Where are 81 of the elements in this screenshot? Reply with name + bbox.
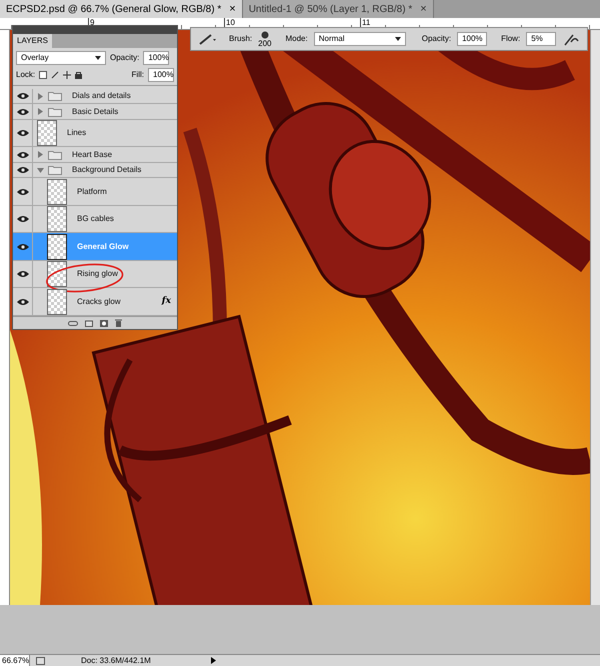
fill-label: Fill: (132, 69, 144, 81)
layer-name: Dials and details (72, 90, 131, 102)
eye-icon[interactable] (16, 150, 28, 159)
document-tab[interactable]: ECPSD2.psd @ 66.7% (General Glow, RGB/8) * × (0, 0, 243, 18)
close-button[interactable]: × (229, 0, 236, 18)
layer-name: Heart Base (72, 148, 112, 161)
opacity-label: Opacity: (422, 33, 452, 45)
trash-icon[interactable] (115, 319, 122, 327)
layer-name: General Glow (77, 240, 129, 253)
panel-tab[interactable]: LAYERS (13, 34, 52, 48)
expand-triangle-icon[interactable] (37, 92, 44, 100)
brush-tip-icon (260, 30, 270, 38)
caret-icon (95, 56, 101, 60)
airbrush-icon[interactable] (563, 32, 579, 46)
flow-label: Flow: (501, 33, 520, 45)
layer-row[interactable]: Cracks glow fx (13, 288, 177, 316)
layer-row[interactable]: Background Details (13, 162, 177, 178)
eye-icon[interactable] (16, 92, 28, 100)
layer-thumbnail (47, 234, 67, 260)
link-icon[interactable] (68, 320, 78, 326)
fill-field[interactable]: 100% (148, 68, 174, 82)
eye-icon[interactable] (16, 215, 28, 224)
expand-triangle-icon[interactable] (37, 151, 44, 158)
layer-name: Lines (67, 127, 86, 140)
eye-icon[interactable] (16, 188, 28, 196)
brush-icon[interactable] (199, 33, 217, 45)
layer-name: BG cables (77, 213, 114, 226)
layer-row[interactable]: Basic Details (13, 104, 177, 120)
folder-icon (48, 106, 62, 117)
close-button[interactable]: × (420, 0, 427, 18)
layer-row[interactable]: Lines (13, 120, 177, 148)
lock-label: Lock: (16, 69, 36, 81)
layer-thumbnail (47, 288, 67, 315)
caret-icon (394, 37, 401, 41)
folder-icon (48, 165, 62, 176)
mask-icon[interactable] (100, 320, 108, 326)
brush-label: Brush: (229, 33, 252, 45)
tab-label: ECPSD2.psd @ 66.7% (General Glow, RGB/8) * (6, 2, 222, 16)
eye-icon[interactable] (16, 129, 28, 138)
layer-row[interactable]: Dials and details (13, 89, 177, 104)
layer-row[interactable]: Heart Base (13, 147, 177, 163)
eye-icon[interactable] (16, 270, 28, 278)
opacity-field[interactable]: 100% (457, 32, 488, 46)
layer-name: Basic Details (72, 106, 118, 118)
layer-thumbnail (47, 178, 67, 205)
play-icon[interactable] (211, 657, 216, 664)
brush-picker[interactable]: 200 (258, 30, 272, 48)
eye-icon[interactable] (16, 298, 28, 306)
blend-mode-dropdown[interactable]: Overlay (16, 51, 106, 65)
mode-label: Mode: (285, 33, 308, 45)
collapse-triangle-icon[interactable] (37, 166, 44, 174)
layer-name: Platform (77, 186, 107, 198)
scrollbar[interactable] (590, 30, 600, 605)
document-tab[interactable]: Untitled-1 @ 50% (Layer 1, RGB/8) * × (242, 0, 434, 18)
document-size: Doc: 33.6M/442.1M (81, 654, 152, 666)
effects-badge[interactable]: fx (162, 294, 171, 308)
layer-thumbnail (37, 120, 57, 146)
folder-icon (48, 150, 62, 160)
eye-icon[interactable] (16, 166, 28, 174)
layer-name: Cracks glow (77, 296, 121, 308)
zoom-level[interactable]: 66.67% (0, 654, 30, 666)
layer-row[interactable]: BG cables (13, 206, 177, 234)
opacity-label: Opacity: (110, 52, 140, 64)
eye-icon[interactable] (16, 108, 28, 116)
expand-triangle-icon[interactable] (37, 108, 44, 116)
layer-name: Background Details (72, 164, 142, 176)
layer-thumbnail (47, 261, 67, 288)
eye-icon[interactable] (16, 242, 28, 251)
opacity-field[interactable]: 100% (143, 51, 170, 65)
lock-icon[interactable] (75, 71, 82, 79)
tab-label: Untitled-1 @ 50% (Layer 1, RGB/8) * (248, 2, 412, 16)
layer-name: Rising glow (77, 268, 118, 280)
lock-transparency-icon[interactable] (39, 71, 48, 79)
lock-brush-icon[interactable] (51, 71, 60, 79)
folder-icon (48, 91, 62, 102)
brush-size: 200 (258, 38, 272, 48)
layer-row[interactable]: Platform (13, 178, 177, 206)
layer-thumbnail (47, 206, 67, 232)
flow-field[interactable]: 5% (526, 32, 556, 46)
mode-dropdown[interactable]: Normal (314, 32, 406, 46)
lock-move-icon[interactable] (63, 71, 72, 79)
